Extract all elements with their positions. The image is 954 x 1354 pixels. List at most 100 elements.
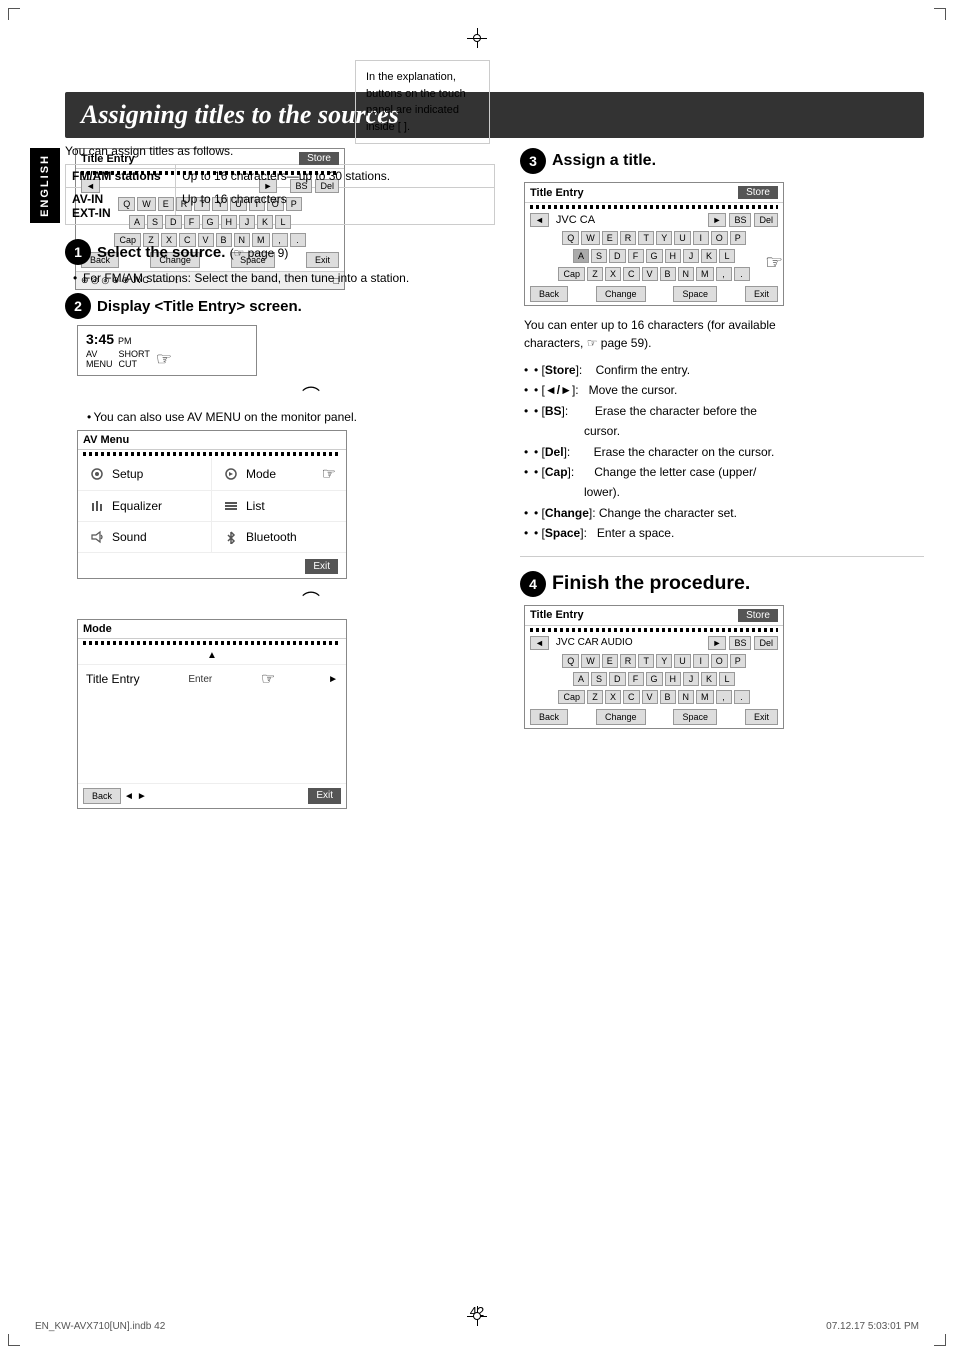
up-arrow-icon[interactable]: ▲: [207, 650, 217, 661]
mode-menu-dotline: [83, 641, 341, 645]
corner-mark-br: [934, 1334, 946, 1346]
tp-jvc-car-change[interactable]: Change: [596, 709, 646, 725]
mode-menu-spacer: [78, 693, 346, 723]
av-menu-label-sound: Sound: [112, 530, 147, 544]
tp-jvc-car-back[interactable]: Back: [530, 709, 568, 725]
step2-header: 2 Display <Title Entry> screen.: [65, 293, 495, 319]
tp-jvc-car-header: Title Entry Store: [525, 606, 783, 626]
tp-blank-exit[interactable]: Exit: [306, 252, 339, 268]
tp-jvc-ca-change[interactable]: Change: [596, 286, 646, 302]
step2-title: Display <Title Entry> screen.: [97, 298, 302, 315]
down-arrow-icon[interactable]: ◄: [124, 791, 134, 802]
av-menu-item-bt[interactable]: Bluetooth: [212, 522, 346, 553]
english-sidebar: ENGLISH: [30, 148, 60, 223]
tp-jvc-car-row3: Cap Z X C V B N M , .: [525, 688, 783, 706]
left-column: Title Entry Store ◄ ► BS Del Q W E R T Y: [65, 148, 495, 817]
crosshair-top: [467, 28, 487, 48]
av-menu-icon-sm: AVMENU: [86, 349, 113, 370]
step4-header: 4 Finish the procedure.: [520, 571, 924, 597]
av-menu-label-setup: Setup: [112, 467, 143, 481]
av-menu-label-bt: Bluetooth: [246, 530, 297, 544]
mode-menu-exit-btn[interactable]: Exit: [308, 788, 341, 804]
tp-jvc-ca-back[interactable]: Back: [530, 286, 568, 302]
tp-jvc-car-row2: A S D F G H J K L: [525, 670, 783, 688]
time-icons: AVMENU SHORTCUT ☞: [86, 349, 248, 370]
step3-title: Assign a title.: [552, 152, 656, 170]
step2-circle: 2: [65, 293, 91, 319]
tp-jvc-car-right[interactable]: ►: [708, 636, 727, 650]
mode-icon: [222, 465, 240, 483]
step4-title: Finish the procedure.: [552, 572, 750, 595]
time-pm: PM: [118, 336, 132, 346]
touch-panel-jvc-car: Title Entry Store ◄ JVC CAR AUDIO ► BS D…: [524, 605, 784, 729]
tp-jvc-ca-header: Title Entry Store: [525, 183, 783, 203]
tp-jvc-ca-dotline: [530, 205, 778, 209]
av-menu-item-eq[interactable]: Equalizer: [78, 491, 212, 522]
tp-jvc-car-space[interactable]: Space: [673, 709, 717, 725]
av-menu-exit-btn[interactable]: Exit: [305, 559, 338, 574]
tp-jvc-car-input-row: ◄ JVC CAR AUDIO ► BS Del: [525, 634, 783, 652]
tp-jvc-car-dotline: [530, 628, 778, 632]
down-arrow2-icon[interactable]: ►: [137, 791, 147, 802]
finger-icon-1: ☞: [156, 349, 172, 370]
time-value: 3:45: [86, 331, 114, 347]
step3-b-del: • [Del]: Erase the character on the curs…: [524, 442, 924, 462]
equalizer-icon: [88, 497, 106, 515]
tp-jvc-car-left[interactable]: ◄: [530, 636, 549, 650]
tp-jvc-ca-row2: A S D F G H J K L ☞: [525, 247, 783, 265]
av-menu-item-setup[interactable]: Setup: [78, 458, 212, 491]
mode-menu-up-arrow: ▲: [78, 647, 346, 664]
right-column: 3 Assign a title. Title Entry Store ◄ JV…: [520, 148, 924, 741]
mode-menu-item-row: Title Entry Enter ☞ ►: [78, 664, 346, 693]
tp-jvc-car-store[interactable]: Store: [738, 609, 778, 622]
setup-icon: [88, 465, 106, 483]
av-menu-label-eq: Equalizer: [112, 499, 162, 513]
step1-circle: 1: [65, 239, 91, 265]
finger-icon-enter: ☞: [261, 669, 275, 689]
tp-jvc-ca-row1: Q W E R T Y U I O P: [525, 229, 783, 247]
mode-menu-panel: Mode ▲ Title Entry Enter ☞ ► Back: [77, 619, 347, 809]
tp-jvc-ca-input: JVC CA: [556, 214, 595, 226]
tp-jvc-ca-del[interactable]: Del: [754, 213, 778, 227]
note-text: In the explanation, buttons on the touch…: [366, 71, 466, 133]
main-content: Title Entry Store ◄ ► BS Del Q W E R T Y: [65, 148, 924, 1294]
tp-jvc-ca-space[interactable]: Space: [673, 286, 717, 302]
curved-arrow-1: ⌒: [127, 382, 495, 408]
av-menu-item-sound[interactable]: Sound: [78, 522, 212, 553]
tp-jvc-ca-store[interactable]: Store: [738, 186, 778, 199]
step3-b-bs: • [BS]: Erase the character before the c…: [524, 401, 924, 442]
av-menu-dotline: [83, 452, 341, 456]
tp-jvc-ca-left[interactable]: ◄: [530, 213, 549, 227]
note-box: In the explanation, buttons on the touch…: [355, 60, 490, 144]
list-icon: [222, 497, 240, 515]
tp-jvc-ca-bs[interactable]: BS: [729, 213, 751, 227]
av-menu-label-mode: Mode: [246, 467, 276, 481]
tp-jvc-car-exit[interactable]: Exit: [745, 709, 778, 725]
tp-jvc-ca-exit[interactable]: Exit: [745, 286, 778, 302]
sound-icon: [88, 528, 106, 546]
tp-jvc-ca-input-row: ◄ JVC CA ► BS Del: [525, 211, 783, 229]
step1-bullet1: For FM/AM stations: Select the band, the…: [73, 271, 495, 285]
tp-jvc-ca-bottom: Back Change Space Exit: [525, 283, 783, 305]
step4-circle: 4: [520, 571, 546, 597]
step3-bullets: • [Store]: Confirm the entry. • [◄/►]: M…: [524, 360, 924, 544]
touch-panel-jvc-ca: Title Entry Store ◄ JVC CA ► BS Del Q W …: [524, 182, 784, 306]
mode-menu-enter-label: Enter: [188, 674, 212, 685]
tp-jvc-car-del[interactable]: Del: [754, 636, 778, 650]
table-row: FM/AM stations Up to 16 characters—up to…: [66, 165, 495, 188]
mode-menu-back-btn[interactable]: Back: [83, 788, 121, 804]
step3-intro: You can enter up to 16 characters (for a…: [524, 316, 924, 352]
tp-jvc-car-title: Title Entry: [530, 609, 584, 621]
tp-jvc-car-bs[interactable]: BS: [729, 636, 751, 650]
right-arrow-enter: ►: [328, 674, 338, 685]
finger-icon-mode: ☞: [322, 464, 336, 484]
divider: [520, 556, 924, 557]
step2-panel-area: 3:45 PM AVMENU SHORTCUT ☞ ⌒ • You can al…: [77, 325, 495, 809]
title-banner: Assigning titles to the sources: [65, 92, 924, 138]
footer-right: 07.12.17 5:03:01 PM: [826, 1321, 919, 1332]
tp-jvc-ca-right[interactable]: ►: [708, 213, 727, 227]
footer-left: EN_KW-AVX710[UN].indb 42: [35, 1321, 165, 1332]
av-menu-item-mode[interactable]: Mode ☞: [212, 458, 346, 491]
tp-blank-store[interactable]: Store: [299, 152, 339, 165]
av-menu-item-list[interactable]: List: [212, 491, 346, 522]
